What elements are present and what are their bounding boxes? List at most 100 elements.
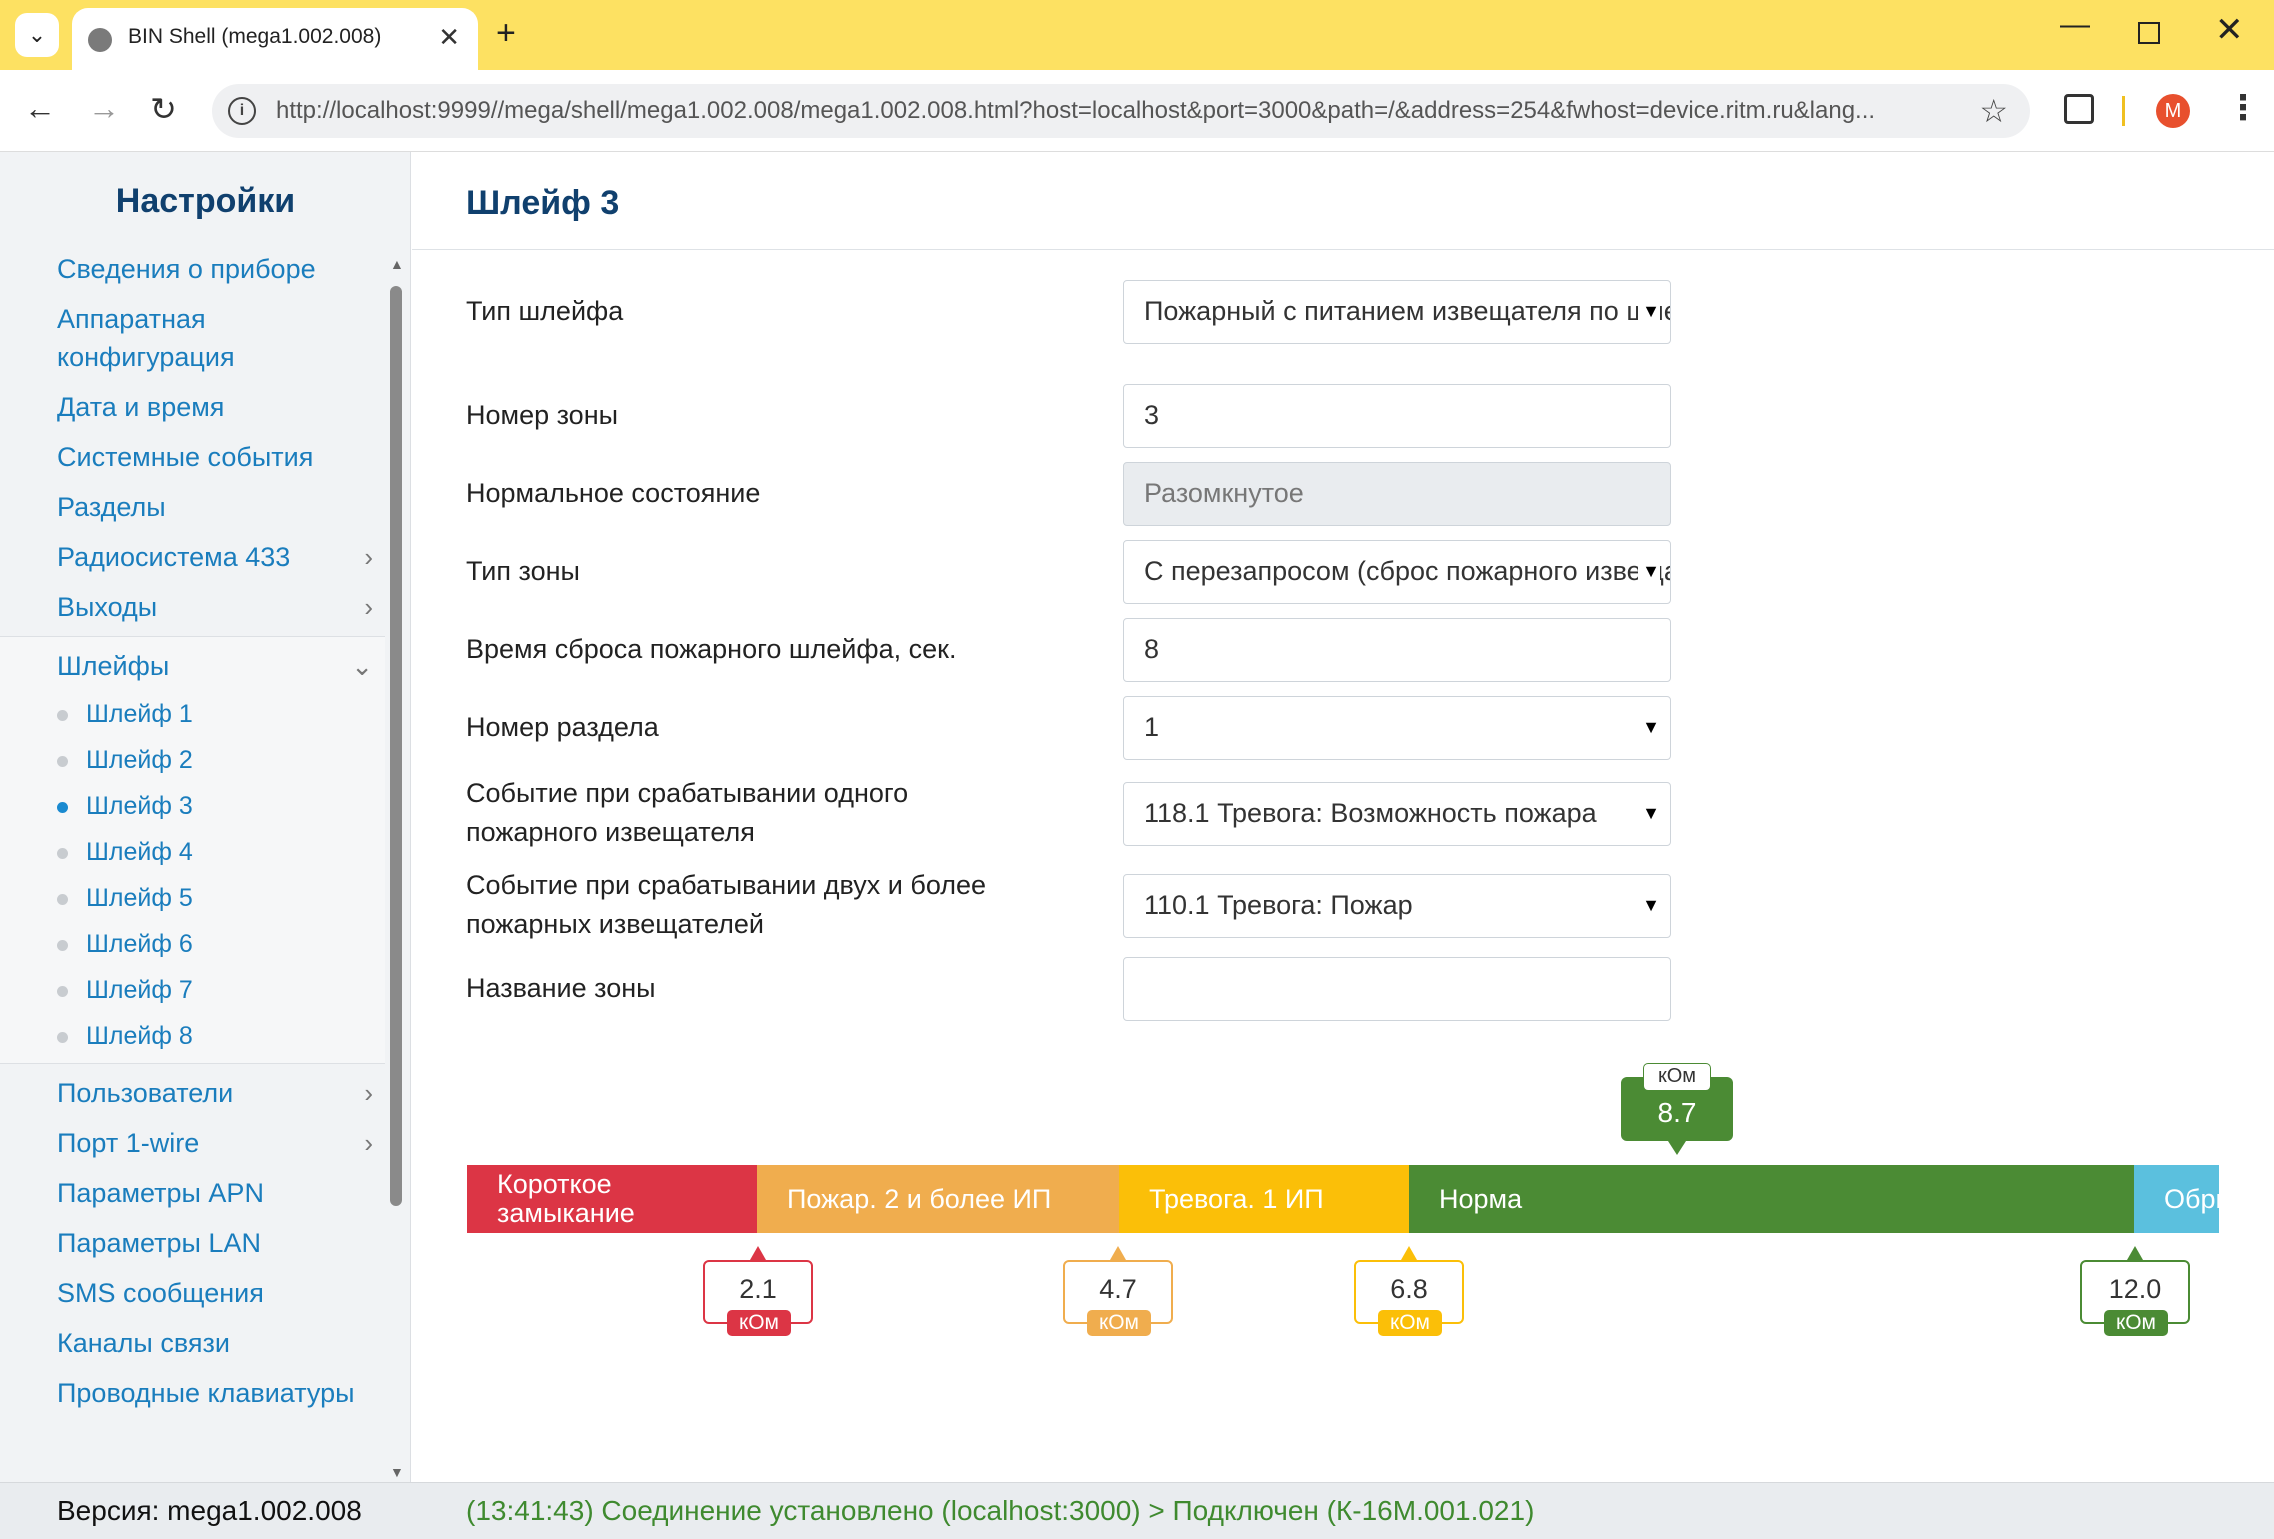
threshold-marker-1: 2.1 кОм bbox=[703, 1246, 813, 1336]
sidebar-subitem-loop-4[interactable]: Шлейф 4 bbox=[0, 829, 385, 875]
sidebar-scrollbar[interactable]: ▲ ▼ bbox=[388, 256, 404, 1486]
segment-break: Обрыв bbox=[2134, 1165, 2219, 1233]
threshold-unit: кОм bbox=[2104, 1310, 2168, 1336]
sidebar-subitem-loop-6[interactable]: Шлейф 6 bbox=[0, 921, 385, 967]
current-pointer bbox=[1668, 1141, 1686, 1155]
extensions-icon[interactable] bbox=[2064, 94, 2094, 124]
sidebar-item-lan[interactable]: Параметры LAN bbox=[0, 1218, 385, 1268]
sidebar-item-1wire[interactable]: Порт 1-wire › bbox=[0, 1118, 385, 1168]
sidebar-item-label: Радиосистема 433 bbox=[57, 542, 291, 572]
close-window-button[interactable]: ✕ bbox=[2215, 10, 2244, 50]
marker-pointer bbox=[750, 1246, 766, 1260]
sidebar-item-device-info[interactable]: Сведения о приборе bbox=[0, 244, 385, 294]
threshold-unit: кОм bbox=[727, 1310, 791, 1336]
status-bar: Версия: mega1.002.008 (13:41:43) Соедине… bbox=[0, 1482, 2274, 1539]
current-unit-label: кОм bbox=[1643, 1063, 1711, 1091]
new-tab-button[interactable]: + bbox=[496, 14, 516, 53]
event-one-label: Событие при срабатывании одного пожарног… bbox=[466, 778, 909, 847]
threshold-unit: кОм bbox=[1378, 1310, 1442, 1336]
event-two-select[interactable]: 110.1 Тревога: Пожар ▼ bbox=[1123, 874, 1671, 938]
zone-type-select[interactable]: С перезапросом (сброс пожарного извещате… bbox=[1123, 540, 1671, 604]
select-value: 118.1 Тревога: Возможность пожара bbox=[1144, 798, 1597, 828]
zone-number-label: Номер зоны bbox=[466, 400, 619, 430]
select-value: С перезапросом (сброс пожарного извещате… bbox=[1144, 556, 1670, 586]
loop-type-select[interactable]: Пожарный с питанием извещателя по шлейфу… bbox=[1123, 280, 1671, 344]
minimize-button[interactable]: — bbox=[2060, 8, 2090, 42]
site-info-icon[interactable]: i bbox=[228, 97, 256, 125]
reload-button[interactable]: ↻ bbox=[150, 90, 177, 128]
sidebar-subitem-loop-7[interactable]: Шлейф 7 bbox=[0, 967, 385, 1013]
browser-menu-icon[interactable]: ⋮ bbox=[2226, 88, 2260, 128]
scroll-up-arrow-icon[interactable]: ▲ bbox=[390, 256, 404, 272]
threshold-marker-2: 4.7 кОм bbox=[1063, 1246, 1173, 1336]
globe-icon bbox=[88, 28, 112, 52]
back-button[interactable]: ← bbox=[24, 90, 56, 127]
sidebar-item-outputs[interactable]: Выходы › bbox=[0, 582, 385, 632]
event-two-label: Событие при срабатывании двух и более по… bbox=[466, 870, 987, 939]
sidebar-nav: Сведения о приборе Аппаратная конфигурац… bbox=[0, 244, 385, 1418]
sidebar-subitem-loop-5[interactable]: Шлейф 5 bbox=[0, 875, 385, 921]
address-bar[interactable]: i http://localhost:9999//mega/shell/mega… bbox=[212, 84, 2030, 138]
zone-name-label: Название зоны bbox=[466, 973, 656, 1003]
tab-bar: ⌄ BIN Shell (mega1.002.008) ✕ + — ✕ bbox=[0, 0, 2274, 70]
browser-tab[interactable]: BIN Shell (mega1.002.008) ✕ bbox=[72, 8, 478, 70]
version-label: Версия: mega1.002.008 bbox=[57, 1495, 362, 1526]
maximize-button[interactable] bbox=[2138, 22, 2160, 44]
bullet-icon bbox=[57, 940, 68, 951]
sidebar-subitem-loop-8[interactable]: Шлейф 8 bbox=[0, 1013, 385, 1059]
chevron-right-icon: › bbox=[364, 1128, 373, 1158]
caret-down-icon: ▼ bbox=[1638, 783, 1660, 844]
sidebar-item-keypads[interactable]: Проводные клавиатуры bbox=[0, 1368, 385, 1418]
threshold-value: 12.0 bbox=[2108, 1274, 2162, 1304]
subitem-label: Шлейф 8 bbox=[86, 1022, 193, 1050]
scrollbar-thumb[interactable] bbox=[390, 286, 402, 1206]
sidebar-item-label: Шлейфы bbox=[57, 651, 170, 681]
marker-pointer bbox=[1401, 1246, 1417, 1260]
normal-state-field: Разомкнутое bbox=[1123, 462, 1671, 526]
zone-name-input[interactable] bbox=[1123, 957, 1671, 1021]
page-title: Шлейф 3 bbox=[466, 184, 620, 222]
profile-avatar[interactable]: M bbox=[2156, 94, 2190, 128]
sidebar-subitem-loop-3[interactable]: Шлейф 3 bbox=[0, 783, 385, 829]
event-one-select[interactable]: 118.1 Тревога: Возможность пожара ▼ bbox=[1123, 782, 1671, 846]
bullet-icon bbox=[57, 986, 68, 997]
zone-type-label: Тип зоны bbox=[466, 556, 580, 586]
partition-select[interactable]: 1 ▼ bbox=[1123, 696, 1671, 760]
segment-short-circuit: Короткое замыкание bbox=[467, 1165, 757, 1233]
chevron-down-icon: ⌄ bbox=[351, 651, 373, 681]
sidebar-item-channels[interactable]: Каналы связи bbox=[0, 1318, 385, 1368]
sidebar-item-loops[interactable]: Шлейфы ⌄ bbox=[0, 641, 385, 691]
resistance-scale: Короткое замыкание Пожар. 2 и более ИП Т… bbox=[467, 1165, 2219, 1233]
sidebar-item-partitions[interactable]: Разделы bbox=[0, 482, 385, 532]
sidebar-item-date-time[interactable]: Дата и время bbox=[0, 382, 385, 432]
sidebar-item-users[interactable]: Пользователи › bbox=[0, 1068, 385, 1118]
caret-down-icon: ▼ bbox=[1638, 541, 1660, 602]
scroll-down-arrow-icon[interactable]: ▼ bbox=[390, 1464, 404, 1480]
loop-type-label: Тип шлейфа bbox=[466, 296, 624, 326]
sidebar-item-apn[interactable]: Параметры APN bbox=[0, 1168, 385, 1218]
sidebar: Настройки Сведения о приборе Аппаратная … bbox=[0, 152, 411, 1482]
subitem-label: Шлейф 5 bbox=[86, 884, 193, 912]
sidebar-subitem-loop-1[interactable]: Шлейф 1 bbox=[0, 691, 385, 737]
active-bullet-icon bbox=[57, 802, 68, 813]
sidebar-item-sms[interactable]: SMS сообщения bbox=[0, 1268, 385, 1318]
sidebar-subitem-loop-2[interactable]: Шлейф 2 bbox=[0, 737, 385, 783]
reset-time-input[interactable]: 8 bbox=[1123, 618, 1671, 682]
sidebar-item-radio-433[interactable]: Радиосистема 433 › bbox=[0, 532, 385, 582]
marker-pointer bbox=[2127, 1246, 2143, 1260]
bookmark-star-icon[interactable]: ☆ bbox=[1979, 92, 2008, 130]
tab-title: BIN Shell (mega1.002.008) bbox=[128, 25, 382, 48]
close-tab-icon[interactable]: ✕ bbox=[438, 22, 460, 53]
tab-search-button[interactable]: ⌄ bbox=[15, 13, 59, 57]
sidebar-item-hardware-config[interactable]: Аппаратная конфигурация bbox=[0, 294, 330, 382]
segment-normal: Норма bbox=[1409, 1165, 2134, 1233]
bullet-icon bbox=[57, 1032, 68, 1043]
sidebar-item-system-events[interactable]: Системные события bbox=[0, 432, 385, 482]
segment-label: Норма bbox=[1439, 1183, 1523, 1214]
subitem-label: Шлейф 7 bbox=[86, 976, 193, 1004]
threshold-value: 4.7 bbox=[1099, 1274, 1137, 1304]
forward-button[interactable]: → bbox=[88, 90, 120, 127]
url-text[interactable]: http://localhost:9999//mega/shell/mega1.… bbox=[276, 97, 1956, 125]
sidebar-item-label: Порт 1-wire bbox=[57, 1128, 200, 1158]
zone-number-input[interactable]: 3 bbox=[1123, 384, 1671, 448]
